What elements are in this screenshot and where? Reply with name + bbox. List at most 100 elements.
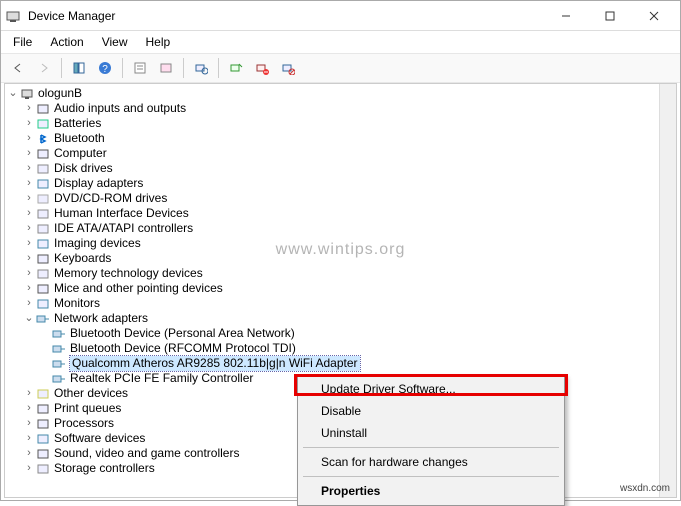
hid-icon xyxy=(35,206,51,221)
show-hide-tree-button[interactable] xyxy=(68,57,90,79)
toolbar-sep xyxy=(61,58,62,78)
tree-category-label: DVD/CD-ROM drives xyxy=(54,191,167,206)
footer-watermark: wsxdn.com xyxy=(620,483,670,494)
context-menu-item[interactable]: Uninstall xyxy=(301,422,561,444)
tree-category[interactable]: ›Memory technology devices xyxy=(7,266,674,281)
tree-category-label: IDE ATA/ATAPI controllers xyxy=(54,221,193,236)
expand-icon[interactable]: › xyxy=(23,191,35,206)
titlebar: Device Manager xyxy=(1,1,680,31)
disk-icon xyxy=(35,161,51,176)
help-button[interactable]: ? xyxy=(94,57,116,79)
context-menu: Update Driver Software...DisableUninstal… xyxy=(297,374,565,506)
update-driver-button[interactable] xyxy=(155,57,177,79)
tree-category[interactable]: › Keyboards xyxy=(7,251,674,266)
tree-category-label: Audio inputs and outputs xyxy=(54,101,186,116)
tree-category[interactable]: ›Human Interface Devices xyxy=(7,206,674,221)
expand-icon[interactable]: › xyxy=(23,416,35,431)
mem-icon xyxy=(35,266,51,281)
storage-icon xyxy=(35,461,51,476)
expand-icon[interactable]: › xyxy=(23,266,35,281)
minimize-button[interactable] xyxy=(544,2,588,30)
toolbar-sep xyxy=(218,58,219,78)
tree-category[interactable]: › Bluetooth xyxy=(7,131,674,146)
tree-category[interactable]: › Imaging devices xyxy=(7,236,674,251)
expand-icon[interactable]: › xyxy=(23,146,35,161)
expand-icon[interactable]: › xyxy=(23,401,35,416)
tree-category[interactable]: › Audio inputs and outputs xyxy=(7,101,674,116)
expand-icon[interactable]: › xyxy=(23,281,35,296)
tree-device[interactable]: Qualcomm Atheros AR9285 802.11b|g|n WiFi… xyxy=(7,356,674,371)
tree-category[interactable]: ⌄ Network adapters xyxy=(7,311,674,326)
expand-icon[interactable]: › xyxy=(23,236,35,251)
menu-help[interactable]: Help xyxy=(144,33,173,51)
expand-icon[interactable]: › xyxy=(23,101,35,116)
tree-root[interactable]: ⌄ologunB xyxy=(7,86,674,101)
context-menu-item[interactable]: Scan for hardware changes xyxy=(301,451,561,473)
tree-category-label: Print queues xyxy=(54,401,121,416)
expand-icon[interactable]: › xyxy=(23,461,35,476)
tree-device[interactable]: Bluetooth Device (Personal Area Network) xyxy=(7,326,674,341)
tree-category-label: Other devices xyxy=(54,386,128,401)
tree-category-label: Sound, video and game controllers xyxy=(54,446,239,461)
svg-text:?: ? xyxy=(102,64,108,75)
tree-category[interactable]: ›Monitors xyxy=(7,296,674,311)
maximize-button[interactable] xyxy=(588,2,632,30)
menubar: File Action View Help xyxy=(1,31,680,53)
net-icon xyxy=(51,371,67,386)
tree-category[interactable]: › IDE ATA/ATAPI controllers xyxy=(7,221,674,236)
pc-icon xyxy=(35,146,51,161)
expand-icon[interactable]: › xyxy=(23,206,35,221)
properties-button[interactable] xyxy=(129,57,151,79)
menu-view[interactable]: View xyxy=(100,33,130,51)
context-menu-item[interactable]: Update Driver Software... xyxy=(301,378,561,400)
expand-icon[interactable]: › xyxy=(23,251,35,266)
tree-category[interactable]: › DVD/CD-ROM drives xyxy=(7,191,674,206)
enable-button[interactable] xyxy=(225,57,247,79)
tree-category-label: Batteries xyxy=(54,116,101,131)
expand-icon[interactable]: › xyxy=(23,386,35,401)
uninstall-button[interactable] xyxy=(251,57,273,79)
battery-icon xyxy=(35,116,51,131)
expand-icon[interactable]: › xyxy=(23,116,35,131)
toolbar-sep xyxy=(122,58,123,78)
tree-category[interactable]: › Computer xyxy=(7,146,674,161)
close-button[interactable] xyxy=(632,2,676,30)
tree-category[interactable]: ›Display adapters xyxy=(7,176,674,191)
tree-category-label: Storage controllers xyxy=(54,461,155,476)
scan-hardware-button[interactable] xyxy=(190,57,212,79)
cd-icon xyxy=(35,191,51,206)
tree-category[interactable]: ›Mice and other pointing devices xyxy=(7,281,674,296)
context-menu-item[interactable]: Disable xyxy=(301,400,561,422)
menu-file[interactable]: File xyxy=(11,33,34,51)
tree-category[interactable]: › Batteries xyxy=(7,116,674,131)
expand-icon[interactable]: › xyxy=(23,161,35,176)
net-icon xyxy=(51,326,67,341)
back-button[interactable] xyxy=(7,57,29,79)
expand-icon[interactable]: › xyxy=(23,221,35,236)
tree-category-label: Keyboards xyxy=(54,251,111,266)
tree-device[interactable]: Bluetooth Device (RFCOMM Protocol TDI) xyxy=(7,341,674,356)
other-icon xyxy=(35,386,51,401)
expand-icon[interactable]: ⌄ xyxy=(23,311,35,326)
expand-icon[interactable]: › xyxy=(23,131,35,146)
expand-icon[interactable]: › xyxy=(23,296,35,311)
net-icon xyxy=(35,311,51,326)
expand-icon[interactable]: › xyxy=(23,176,35,191)
tree-category-label: Network adapters xyxy=(54,311,148,326)
net-icon xyxy=(51,341,67,356)
disable-button[interactable] xyxy=(277,57,299,79)
tree-category[interactable]: ›Disk drives xyxy=(7,161,674,176)
expand-icon[interactable]: › xyxy=(23,446,35,461)
toolbar: ? xyxy=(1,53,680,83)
tree-category-label: Computer xyxy=(54,146,107,161)
tree-category-label: Bluetooth xyxy=(54,131,105,146)
context-menu-item[interactable]: Properties xyxy=(301,480,561,502)
expand-icon[interactable]: › xyxy=(23,431,35,446)
display-icon xyxy=(35,176,51,191)
menu-action[interactable]: Action xyxy=(48,33,85,51)
monitor-icon xyxy=(35,296,51,311)
window-title: Device Manager xyxy=(24,9,544,23)
tree-category-label: Imaging devices xyxy=(54,236,141,251)
scrollbar[interactable] xyxy=(659,84,676,497)
forward-button[interactable] xyxy=(33,57,55,79)
